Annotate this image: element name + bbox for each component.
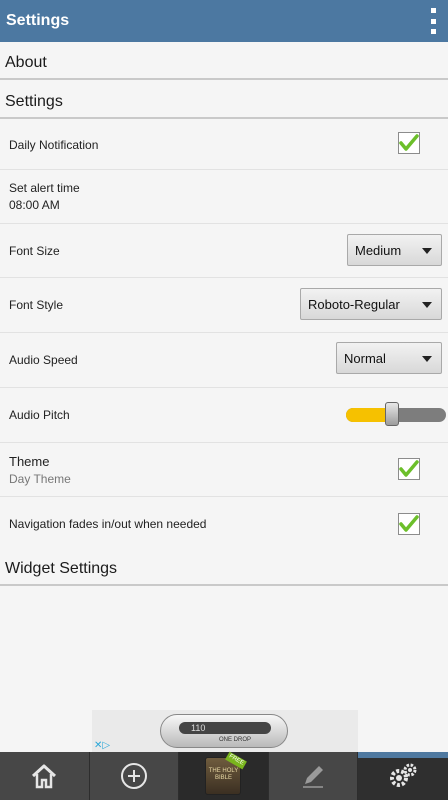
navigation-row[interactable]: Navigation fades in/out when needed [0, 497, 448, 550]
font-size-label: Font Size [9, 243, 60, 258]
home-icon [32, 764, 57, 789]
theme-row[interactable]: Theme Day Theme [0, 443, 448, 497]
daily-notification-label: Daily Notification [9, 137, 99, 152]
widget-settings-section[interactable]: Widget Settings [0, 554, 448, 586]
theme-label: Theme [9, 453, 50, 469]
ad-product-image: 110 ONE DROP [160, 714, 288, 748]
font-style-dropdown[interactable]: Roboto-Regular [300, 288, 442, 320]
tab-add[interactable] [90, 752, 180, 800]
audio-speed-dropdown[interactable]: Normal [336, 342, 442, 374]
settings-section-header: Settings [0, 87, 448, 119]
alert-time-label: Set alert time [9, 181, 80, 195]
daily-notification-checkbox[interactable] [398, 132, 420, 154]
page-title: Settings [6, 12, 70, 29]
tab-bible[interactable]: THE HOLY BIBLE FREE [179, 751, 269, 800]
font-size-dropdown[interactable]: Medium [347, 234, 442, 266]
navigation-checkbox[interactable] [398, 513, 420, 535]
ad-brand-text: ONE DROP [219, 737, 252, 743]
chevron-down-icon [422, 302, 432, 308]
font-style-selected: Roboto-Regular [308, 296, 400, 312]
chevron-down-icon [422, 356, 432, 362]
audio-pitch-row: Audio Pitch [0, 388, 448, 443]
free-badge: FREE [225, 751, 248, 770]
font-size-row: Font Size Medium [0, 224, 448, 278]
ad-screen-text: 110 [179, 722, 271, 734]
tab-settings[interactable] [358, 752, 448, 800]
audio-speed-label: Audio Speed [9, 353, 78, 367]
audio-speed-selected: Normal [344, 350, 386, 366]
app-bar: Settings [0, 0, 448, 42]
navigation-label: Navigation fades in/out when needed [9, 516, 207, 531]
slider-thumb[interactable] [385, 402, 399, 426]
alert-time-row[interactable]: Set alert time 08:00 AM [0, 170, 448, 224]
about-section[interactable]: About [0, 48, 448, 80]
ad-choices-icon[interactable]: ✕▷ [94, 740, 110, 751]
audio-pitch-label: Audio Pitch [9, 408, 70, 422]
overflow-menu-icon[interactable] [428, 8, 438, 34]
add-circle-icon [120, 763, 147, 789]
checkmark-icon [399, 515, 419, 532]
ad-banner[interactable]: 110 ONE DROP ✕▷ [92, 710, 358, 752]
chevron-down-icon [422, 248, 432, 254]
tab-home[interactable] [0, 752, 90, 800]
gears-icon [390, 763, 417, 787]
audio-speed-row: Audio Speed Normal [0, 333, 448, 388]
holy-bible-icon: THE HOLY BIBLE FREE [205, 751, 248, 795]
theme-checkbox[interactable] [398, 458, 420, 480]
theme-value: Day Theme [9, 471, 71, 486]
checkmark-icon [399, 134, 419, 151]
tab-notes[interactable] [269, 752, 359, 800]
font-style-row: Font Style Roboto-Regular [0, 278, 448, 333]
font-size-selected: Medium [355, 242, 402, 258]
font-style-label: Font Style [9, 298, 64, 312]
bible-cover-text: THE HOLY BIBLE [208, 768, 239, 781]
checkmark-icon [399, 460, 419, 477]
bottom-tab-bar: THE HOLY BIBLE FREE [0, 751, 448, 800]
pencil-icon [303, 766, 324, 788]
daily-notification-row[interactable]: Daily Notification [0, 120, 448, 170]
alert-time-value: 08:00 AM [9, 198, 60, 212]
audio-pitch-slider[interactable] [346, 402, 446, 426]
